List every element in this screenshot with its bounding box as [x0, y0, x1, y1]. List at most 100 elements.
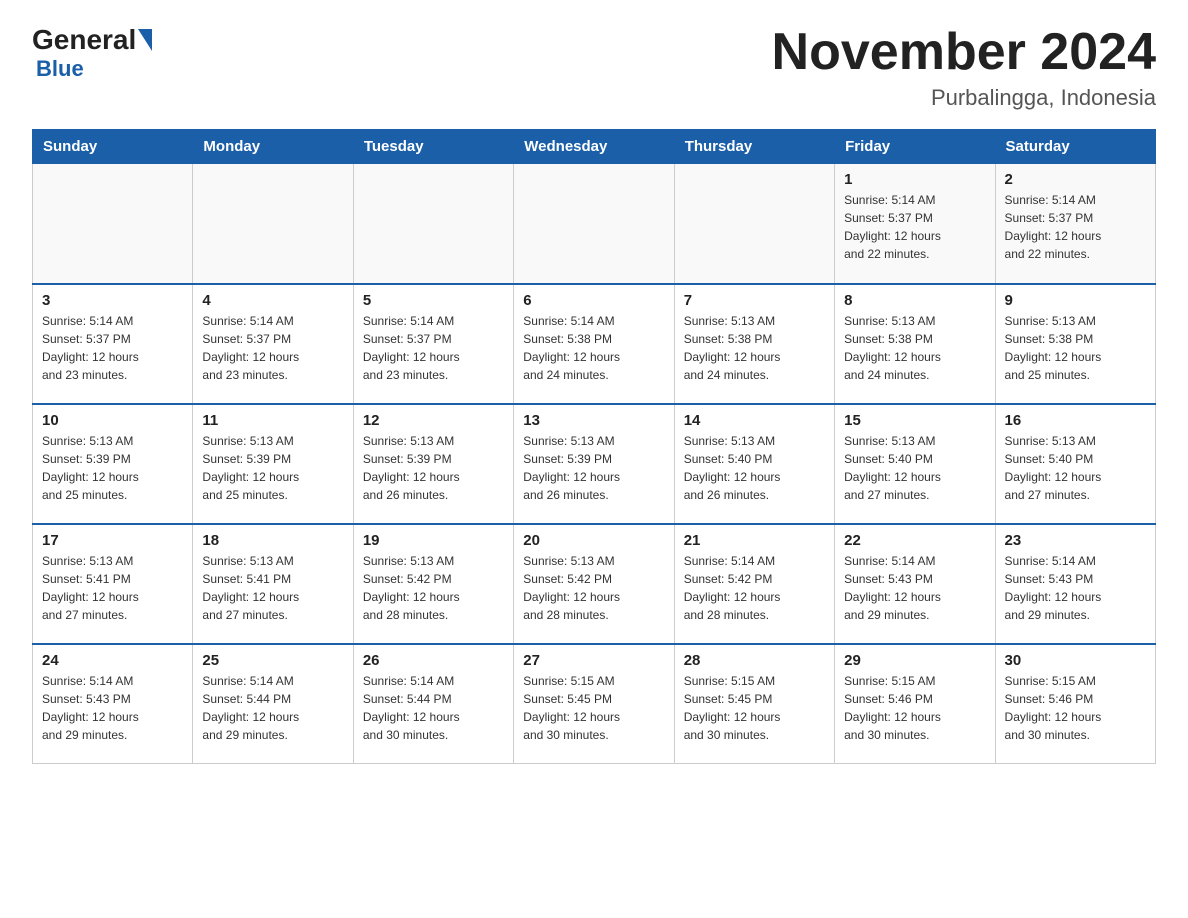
calendar-header-row: Sunday Monday Tuesday Wednesday Thursday… [33, 130, 1156, 164]
day-info: Sunrise: 5:14 AMSunset: 5:38 PMDaylight:… [523, 312, 664, 384]
table-row [33, 164, 193, 284]
table-row: 12 Sunrise: 5:13 AMSunset: 5:39 PMDayligh… [353, 404, 513, 524]
table-row: 18 Sunrise: 5:13 AMSunset: 5:41 PMDayligh… [193, 524, 353, 644]
table-row: 17 Sunrise: 5:13 AMSunset: 5:41 PMDayligh… [33, 524, 193, 644]
day-info: Sunrise: 5:14 AMSunset: 5:43 PMDaylight:… [42, 672, 183, 744]
table-row: 25 Sunrise: 5:14 AMSunset: 5:44 PMDayligh… [193, 644, 353, 764]
day-number: 14 [684, 412, 825, 429]
col-thursday: Thursday [674, 130, 834, 164]
table-row: 10Sunrise: 5:13 AMSunset: 5:39 PMDayligh… [33, 404, 193, 524]
day-number: 5 [363, 292, 504, 309]
day-number: 26 [363, 652, 504, 669]
calendar-table: Sunday Monday Tuesday Wednesday Thursday… [32, 129, 1156, 764]
day-number: 30 [1005, 652, 1146, 669]
day-info: Sunrise: 5:13 AMSunset: 5:41 PMDaylight:… [202, 552, 343, 624]
table-row: 19Sunrise: 5:13 AMSunset: 5:42 PMDayligh… [353, 524, 513, 644]
table-row: 29 Sunrise: 5:15 AMSunset: 5:46 PMDayligh… [835, 644, 995, 764]
table-row: 24 Sunrise: 5:14 AMSunset: 5:43 PMDayligh… [33, 644, 193, 764]
day-info: Sunrise: 5:14 AMSunset: 5:42 PMDaylight:… [684, 552, 825, 624]
day-info: Sunrise: 5:14 AMSunset: 5:43 PMDaylight:… [1005, 552, 1146, 624]
table-row: 27 Sunrise: 5:15 AMSunset: 5:45 PMDayligh… [514, 644, 674, 764]
day-number: 27 [523, 652, 664, 669]
logo-general-text: General [32, 24, 136, 56]
day-info: Sunrise: 5:13 AMSunset: 5:38 PMDaylight:… [684, 312, 825, 384]
col-friday: Friday [835, 130, 995, 164]
day-info: Sunrise: 5:13 AMSunset: 5:38 PMDaylight:… [1005, 312, 1146, 384]
table-row: 16 Sunrise: 5:13 AMSunset: 5:40 PMDayligh… [995, 404, 1155, 524]
table-row: 9 Sunrise: 5:13 AMSunset: 5:38 PMDaylight… [995, 284, 1155, 404]
day-number: 10 [42, 412, 183, 429]
day-info: Sunrise: 5:14 AMSunset: 5:37 PMDaylight:… [42, 312, 183, 384]
day-number: 19 [363, 532, 504, 549]
day-number: 8 [844, 292, 985, 309]
day-number: 12 [363, 412, 504, 429]
table-row: 21Sunrise: 5:14 AMSunset: 5:42 PMDayligh… [674, 524, 834, 644]
day-info: Sunrise: 5:13 AMSunset: 5:39 PMDaylight:… [523, 432, 664, 504]
day-info: Sunrise: 5:14 AMSunset: 5:44 PMDaylight:… [202, 672, 343, 744]
day-info: Sunrise: 5:14 AMSunset: 5:37 PMDaylight:… [202, 312, 343, 384]
table-row: 3 Sunrise: 5:14 AMSunset: 5:37 PMDaylight… [33, 284, 193, 404]
day-number: 23 [1005, 532, 1146, 549]
table-row: 26Sunrise: 5:14 AMSunset: 5:44 PMDayligh… [353, 644, 513, 764]
table-row: 11 Sunrise: 5:13 AMSunset: 5:39 PMDayligh… [193, 404, 353, 524]
table-row: 22Sunrise: 5:14 AMSunset: 5:43 PMDayligh… [835, 524, 995, 644]
day-info: Sunrise: 5:13 AMSunset: 5:39 PMDaylight:… [202, 432, 343, 504]
day-info: Sunrise: 5:13 AMSunset: 5:40 PMDaylight:… [844, 432, 985, 504]
day-info: Sunrise: 5:15 AMSunset: 5:45 PMDaylight:… [684, 672, 825, 744]
day-number: 20 [523, 532, 664, 549]
table-row: 2 Sunrise: 5:14 AMSunset: 5:37 PMDaylight… [995, 164, 1155, 284]
day-info: Sunrise: 5:13 AMSunset: 5:40 PMDaylight:… [1005, 432, 1146, 504]
col-saturday: Saturday [995, 130, 1155, 164]
day-number: 11 [202, 412, 343, 429]
day-number: 15 [844, 412, 985, 429]
table-row: 14 Sunrise: 5:13 AMSunset: 5:40 PMDayligh… [674, 404, 834, 524]
day-info: Sunrise: 5:14 AMSunset: 5:37 PMDaylight:… [844, 191, 985, 263]
table-row: 4 Sunrise: 5:14 AMSunset: 5:37 PMDaylight… [193, 284, 353, 404]
day-info: Sunrise: 5:13 AMSunset: 5:39 PMDaylight:… [363, 432, 504, 504]
day-number: 28 [684, 652, 825, 669]
col-sunday: Sunday [33, 130, 193, 164]
logo-blue-text: Blue [36, 56, 84, 82]
day-number: 6 [523, 292, 664, 309]
table-row: 13 Sunrise: 5:13 AMSunset: 5:39 PMDayligh… [514, 404, 674, 524]
day-number: 25 [202, 652, 343, 669]
day-info: Sunrise: 5:15 AMSunset: 5:46 PMDaylight:… [1005, 672, 1146, 744]
table-row: 6 Sunrise: 5:14 AMSunset: 5:38 PMDaylight… [514, 284, 674, 404]
day-number: 4 [202, 292, 343, 309]
day-number: 16 [1005, 412, 1146, 429]
day-number: 18 [202, 532, 343, 549]
table-row: 5 Sunrise: 5:14 AMSunset: 5:37 PMDaylight… [353, 284, 513, 404]
day-number: 13 [523, 412, 664, 429]
col-monday: Monday [193, 130, 353, 164]
day-number: 17 [42, 532, 183, 549]
table-row: 1 Sunrise: 5:14 AMSunset: 5:37 PMDaylight… [835, 164, 995, 284]
day-info: Sunrise: 5:13 AMSunset: 5:41 PMDaylight:… [42, 552, 183, 624]
table-row: 20 Sunrise: 5:13 AMSunset: 5:42 PMDayligh… [514, 524, 674, 644]
table-row: 30 Sunrise: 5:15 AMSunset: 5:46 PMDayligh… [995, 644, 1155, 764]
day-number: 7 [684, 292, 825, 309]
day-number: 1 [844, 171, 985, 188]
table-row: 7 Sunrise: 5:13 AMSunset: 5:38 PMDaylight… [674, 284, 834, 404]
table-row [674, 164, 834, 284]
day-info: Sunrise: 5:13 AMSunset: 5:42 PMDaylight:… [523, 552, 664, 624]
day-info: Sunrise: 5:15 AMSunset: 5:45 PMDaylight:… [523, 672, 664, 744]
table-row [193, 164, 353, 284]
col-tuesday: Tuesday [353, 130, 513, 164]
day-info: Sunrise: 5:15 AMSunset: 5:46 PMDaylight:… [844, 672, 985, 744]
day-info: Sunrise: 5:14 AMSunset: 5:43 PMDaylight:… [844, 552, 985, 624]
day-number: 2 [1005, 171, 1146, 188]
title-block: November 2024 Purbalingga, Indonesia [772, 24, 1156, 111]
table-row: 8 Sunrise: 5:13 AMSunset: 5:38 PMDaylight… [835, 284, 995, 404]
calendar-title: November 2024 [772, 24, 1156, 81]
day-info: Sunrise: 5:13 AMSunset: 5:40 PMDaylight:… [684, 432, 825, 504]
col-wednesday: Wednesday [514, 130, 674, 164]
day-number: 24 [42, 652, 183, 669]
day-info: Sunrise: 5:14 AMSunset: 5:37 PMDaylight:… [363, 312, 504, 384]
day-number: 29 [844, 652, 985, 669]
table-row [514, 164, 674, 284]
day-info: Sunrise: 5:13 AMSunset: 5:38 PMDaylight:… [844, 312, 985, 384]
day-number: 3 [42, 292, 183, 309]
day-number: 9 [1005, 292, 1146, 309]
logo-triangle-icon [138, 29, 152, 51]
day-info: Sunrise: 5:14 AMSunset: 5:37 PMDaylight:… [1005, 191, 1146, 263]
